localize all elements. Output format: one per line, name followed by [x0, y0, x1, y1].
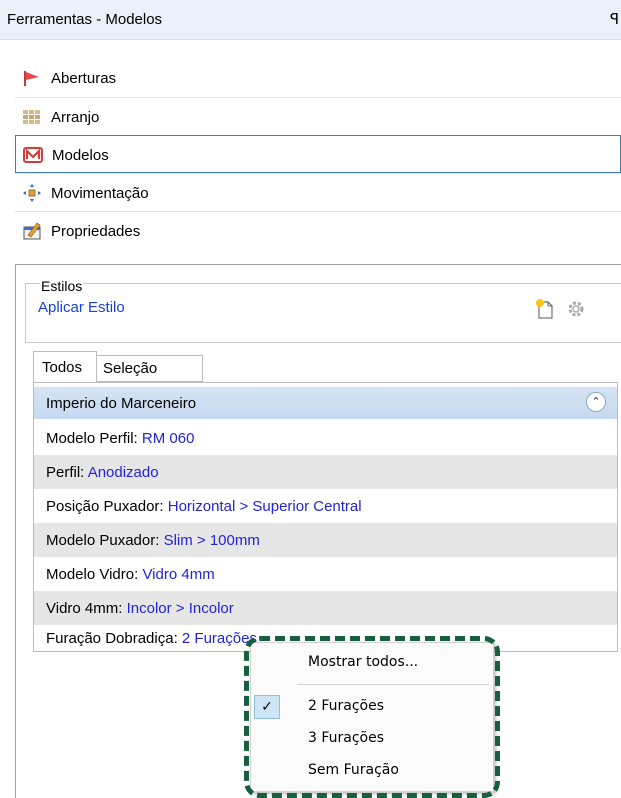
table-row[interactable]: Modelo Perfil: RM 060 — [34, 421, 617, 455]
collapse-icon[interactable]: ⌃ — [586, 392, 606, 412]
nav-item-label: Aberturas — [51, 70, 117, 87]
property-value[interactable]: Anodizado — [88, 464, 159, 481]
menu-item-show-all[interactable]: Mostrar todos... — [251, 647, 493, 678]
styles-group: Estilos Aplicar Estilo — [25, 278, 621, 343]
table-row[interactable]: Modelo Puxador: Slim > 100mm — [34, 523, 617, 557]
table-row[interactable]: Modelo Vidro: Vidro 4mm — [34, 557, 617, 591]
tab-label: Todos — [42, 359, 83, 376]
table-row[interactable]: Perfil: Anodizado — [34, 455, 617, 489]
property-key: Modelo Puxador: — [46, 532, 160, 549]
checkmark-icon: ✓ — [254, 695, 280, 719]
property-value[interactable]: RM 060 — [142, 430, 195, 447]
property-key: Posição Puxador: — [46, 498, 164, 515]
gear-icon[interactable] — [566, 299, 586, 319]
menu-item-2-furacoes[interactable]: ✓ 2 Furações — [251, 691, 493, 722]
tab-selecao[interactable]: Seleção — [97, 355, 203, 382]
menu-separator — [297, 684, 489, 685]
menu-item-3-furacoes[interactable]: 3 Furações — [251, 723, 493, 754]
menu-item-sem-furacao[interactable]: Sem Furação — [251, 755, 493, 786]
context-menu: Mostrar todos... ✓ 2 Furações 3 Furações… — [250, 642, 494, 792]
pin-icon[interactable]: ꟼ — [610, 10, 619, 28]
table-row[interactable]: Posição Puxador: Horizontal > Superior C… — [34, 489, 617, 523]
menu-item-label: 3 Furações — [308, 730, 385, 746]
property-key: Modelo Perfil: — [46, 430, 138, 447]
flag-icon — [24, 71, 39, 86]
property-value[interactable]: Vidro 4mm — [142, 566, 214, 583]
table-row[interactable]: Vidro 4mm: Incolor > Incolor — [34, 591, 617, 625]
nav-item-movimentacao[interactable]: Movimentação — [15, 173, 621, 211]
panel-title: Ferramentas - Modelos — [7, 11, 163, 28]
menu-item-label: 2 Furações — [308, 698, 385, 714]
menu-item-label: Sem Furação — [308, 762, 399, 778]
nav-item-propriedades[interactable]: Propriedades — [15, 211, 621, 249]
property-value[interactable]: Horizontal > Superior Central — [168, 498, 362, 515]
property-value[interactable]: Incolor > Incolor — [127, 600, 234, 617]
tab-label: Seleção — [103, 360, 158, 377]
property-grid: Imperio do Marceneiro ⌃ Modelo Perfil: R… — [33, 382, 618, 652]
nav-item-modelos[interactable]: Modelos — [15, 135, 621, 173]
group-title: Imperio do Marceneiro — [46, 395, 197, 412]
nav-item-label: Movimentação — [51, 185, 149, 202]
models-icon — [23, 147, 43, 163]
property-key: Perfil: — [46, 464, 85, 481]
property-key: Furação Dobradiça: — [46, 630, 178, 647]
panel-titlebar: Ferramentas - Modelos ꟼ — [0, 0, 621, 40]
tab-todos[interactable]: Todos — [33, 351, 97, 382]
nav-item-arranjo[interactable]: Arranjo — [15, 97, 621, 135]
property-key: Modelo Vidro: — [46, 566, 139, 583]
styles-legend: Estilos — [40, 278, 84, 294]
apply-style-link[interactable]: Aplicar Estilo — [38, 299, 125, 316]
property-value[interactable]: 2 Furações — [182, 630, 257, 647]
property-key: Vidro 4mm: — [46, 600, 123, 617]
new-style-icon[interactable] — [534, 298, 556, 320]
properties-icon — [23, 222, 41, 240]
nav-item-aberturas[interactable]: Aberturas — [15, 59, 621, 97]
nav-item-label: Propriedades — [51, 223, 141, 240]
group-header[interactable]: Imperio do Marceneiro ⌃ — [34, 387, 617, 419]
property-value[interactable]: Slim > 100mm — [164, 532, 260, 549]
nav-item-label: Arranjo — [51, 109, 100, 126]
move-icon — [23, 184, 41, 202]
nav-item-label: Modelos — [52, 147, 109, 164]
menu-item-label: Mostrar todos... — [308, 654, 419, 670]
tool-nav: Aberturas Arranjo Modelos Movimentação P… — [15, 59, 621, 249]
grid-icon — [23, 110, 40, 124]
